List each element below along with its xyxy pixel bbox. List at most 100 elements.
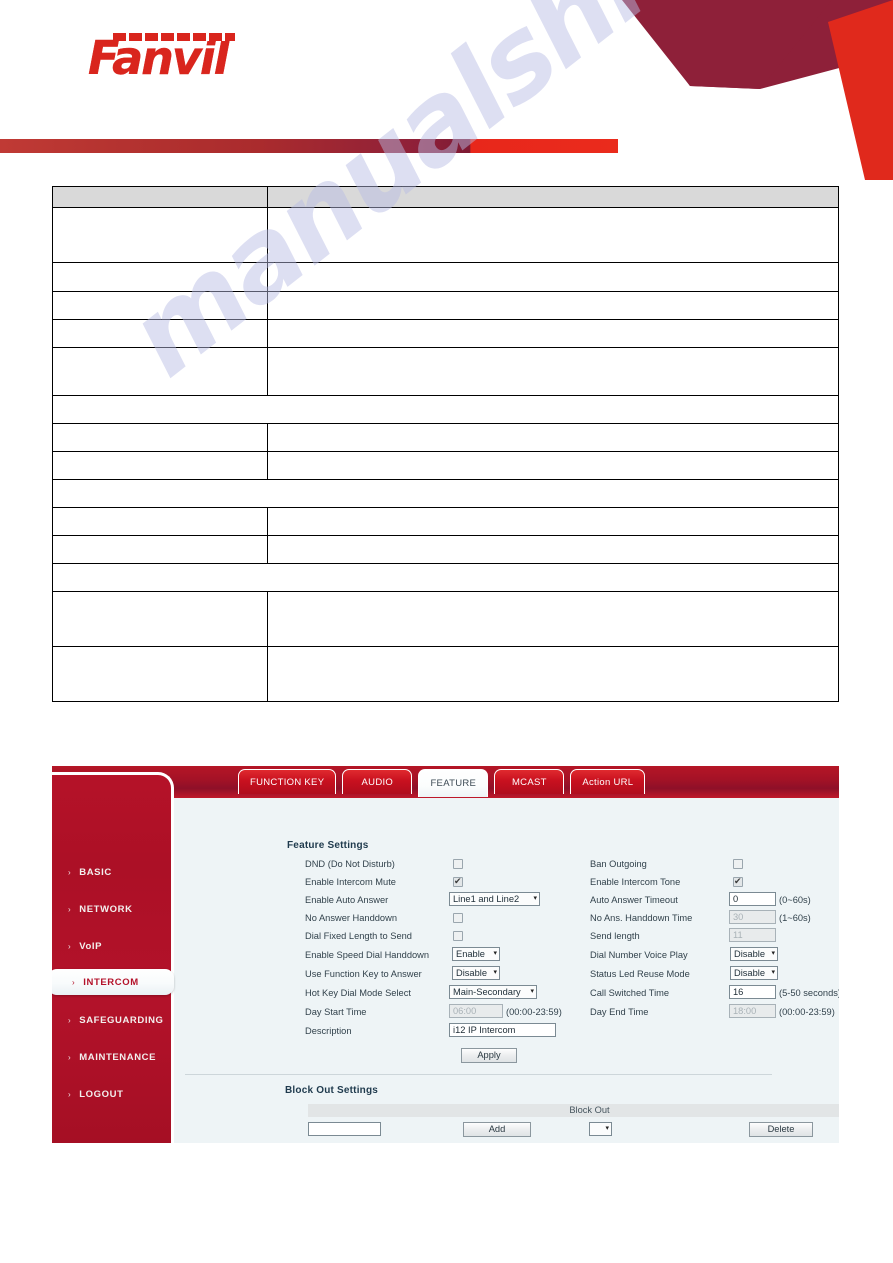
- label-speed-dial-handdown: Enable Speed Dial Handdown: [305, 950, 430, 960]
- select-value: Main-Secondary: [453, 987, 521, 997]
- block-out-add-button[interactable]: Add: [463, 1122, 531, 1137]
- tab-function-key[interactable]: FUNCTION KEY: [238, 769, 337, 794]
- table-row: [52, 291, 839, 320]
- tab-label: Action URL: [582, 776, 634, 788]
- sidebar-item-label: BASIC: [79, 866, 112, 878]
- table-cell: [267, 451, 839, 480]
- chevron-right-icon: ›: [68, 1089, 72, 1099]
- header-accent-bar: [0, 139, 618, 153]
- checkbox-enable-intercom-tone[interactable]: [733, 876, 743, 887]
- sidebar-item-label: INTERCOM: [83, 976, 139, 988]
- sidebar-item-maintenance[interactable]: › MAINTENANCE: [52, 1044, 171, 1070]
- label-text: Status Led Reuse Mode: [590, 969, 690, 979]
- tab-audio[interactable]: AUDIO: [342, 769, 413, 794]
- table-row-spanning: [52, 479, 839, 508]
- label-text: Call Switched Time: [590, 988, 670, 998]
- header-shapes: [622, 0, 893, 180]
- sidebar-item-basic[interactable]: › BASIC: [52, 859, 171, 885]
- table-row: [52, 507, 839, 536]
- chevron-right-icon: ›: [68, 941, 72, 951]
- label-description: Description: [305, 1026, 352, 1036]
- sidebar-item-label: LOGOUT: [79, 1088, 124, 1100]
- table-cell: [52, 535, 268, 564]
- table-cell: [267, 423, 839, 452]
- table-cell: [267, 186, 839, 208]
- tab-feature[interactable]: FEATURE: [418, 769, 489, 797]
- label-text: Day End Time: [590, 1007, 649, 1017]
- input-value: 0: [733, 894, 739, 904]
- input-day-start-time[interactable]: 06:00: [449, 1004, 503, 1018]
- block-out-input[interactable]: [308, 1122, 381, 1136]
- tab-label: FUNCTION KEY: [250, 776, 325, 788]
- checkbox-dial-fixed-length[interactable]: [453, 931, 463, 941]
- tab-action-url[interactable]: Action URL: [570, 769, 646, 794]
- table-cell: [52, 291, 268, 320]
- sidebar-item-label: VoIP: [79, 940, 103, 952]
- table-cell: [52, 262, 268, 292]
- sidebar-item-logout[interactable]: › LOGOUT: [52, 1081, 171, 1107]
- checkbox-ban-outgoing[interactable]: [733, 859, 743, 869]
- tab-mcast[interactable]: MCAST: [494, 769, 565, 794]
- select-function-key-answer[interactable]: Disable: [452, 966, 500, 980]
- hint-day-end-time: (00:00-23:59): [779, 1007, 835, 1017]
- input-auto-answer-timeout[interactable]: 0: [729, 892, 776, 906]
- sidebar-item-intercom[interactable]: › INTERCOM: [52, 969, 174, 995]
- label-dnd: DND (Do Not Disturb): [305, 859, 395, 869]
- input-value: 06:00: [453, 1006, 477, 1016]
- sidebar-item-label: NETWORK: [79, 903, 133, 915]
- select-speed-dial-handdown[interactable]: Enable: [452, 947, 500, 961]
- table-cell: [267, 291, 839, 320]
- table-cell: [52, 207, 268, 263]
- feature-settings-title: Feature Settings: [287, 840, 369, 851]
- input-day-end-time[interactable]: 18:00: [729, 1004, 776, 1018]
- block-out-delete-button[interactable]: Delete: [749, 1122, 813, 1137]
- webui-sidebar: › BASIC › NETWORK › VoIP › INTERCOM › SA…: [52, 772, 174, 1143]
- block-out-column-header: Block Out: [308, 1104, 839, 1117]
- table-cell: [267, 262, 839, 292]
- block-out-select[interactable]: [589, 1122, 612, 1136]
- label-send-length: Send length: [590, 931, 640, 941]
- select-status-led-reuse-mode[interactable]: Disable: [730, 966, 778, 980]
- webui-content-pane: Feature Settings DND (Do Not Disturb) En…: [177, 798, 839, 1143]
- sidebar-item-voip[interactable]: › VoIP: [52, 933, 171, 959]
- block-out-settings-title: Block Out Settings: [285, 1085, 379, 1096]
- fanvil-logo: Fanvil: [88, 31, 240, 85]
- select-dial-number-voice-play[interactable]: Disable: [730, 947, 778, 961]
- select-value: Line1 and Line2: [453, 894, 520, 904]
- input-value: 30: [733, 912, 744, 922]
- checkbox-no-answer-handdown[interactable]: [453, 913, 463, 923]
- tab-label: MCAST: [511, 776, 547, 788]
- tab-strip: FUNCTION KEY AUDIO FEATURE MCAST Action …: [238, 769, 646, 798]
- label-call-switched-time: Call Switched Time: [590, 988, 669, 998]
- checkbox-enable-intercom-mute[interactable]: [453, 876, 463, 887]
- input-value: 16: [733, 987, 744, 997]
- table-cell: [267, 591, 839, 647]
- input-call-switched-time[interactable]: 16: [729, 985, 776, 999]
- hint-call-switched-time: (5-50 seconds): [779, 988, 839, 998]
- select-value: Disable: [456, 968, 488, 978]
- label-status-led-reuse-mode: Status Led Reuse Mode: [590, 969, 690, 979]
- select-hot-key-dial-mode[interactable]: Main-Secondary: [449, 985, 537, 999]
- input-no-ans-handdown-time[interactable]: 30: [729, 910, 776, 924]
- sidebar-item-network[interactable]: › NETWORK: [52, 896, 171, 922]
- label-function-key-answer: Use Function Key to Answer: [305, 969, 422, 979]
- table-cell: [52, 507, 268, 536]
- hint-auto-answer-timeout: (0~60s): [779, 895, 811, 905]
- input-description[interactable]: i12 IP Intercom: [449, 1023, 556, 1037]
- checkbox-dnd[interactable]: [453, 859, 463, 869]
- select-enable-auto-answer[interactable]: Line1 and Line2: [449, 892, 540, 906]
- label-enable-intercom-mute: Enable Intercom Mute: [305, 877, 396, 887]
- table-row: [52, 207, 839, 263]
- label-no-ans-handdown-time: No Ans. Handdown Time: [590, 913, 693, 923]
- sidebar-item-safeguarding[interactable]: › SAFEGUARDING: [52, 1007, 171, 1033]
- input-send-length[interactable]: 11: [729, 928, 776, 942]
- specification-table: [52, 186, 839, 702]
- apply-button[interactable]: Apply: [461, 1048, 517, 1063]
- label-ban-outgoing: Ban Outgoing: [590, 859, 647, 869]
- table-cell: [267, 347, 839, 396]
- label-enable-intercom-tone: Enable Intercom Tone: [590, 877, 681, 887]
- label-day-start-time: Day Start Time: [305, 1007, 367, 1017]
- input-value: 18:00: [733, 1006, 757, 1016]
- spec-table-body: [52, 186, 839, 702]
- table-row-header: [52, 186, 839, 208]
